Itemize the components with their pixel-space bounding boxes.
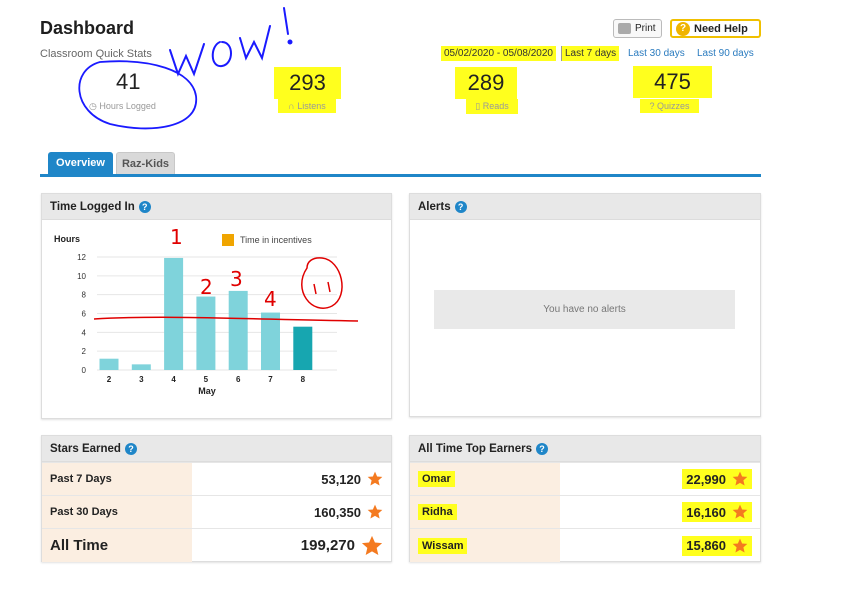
wow-annotation xyxy=(169,7,293,77)
annotation-overlay xyxy=(78,7,293,130)
